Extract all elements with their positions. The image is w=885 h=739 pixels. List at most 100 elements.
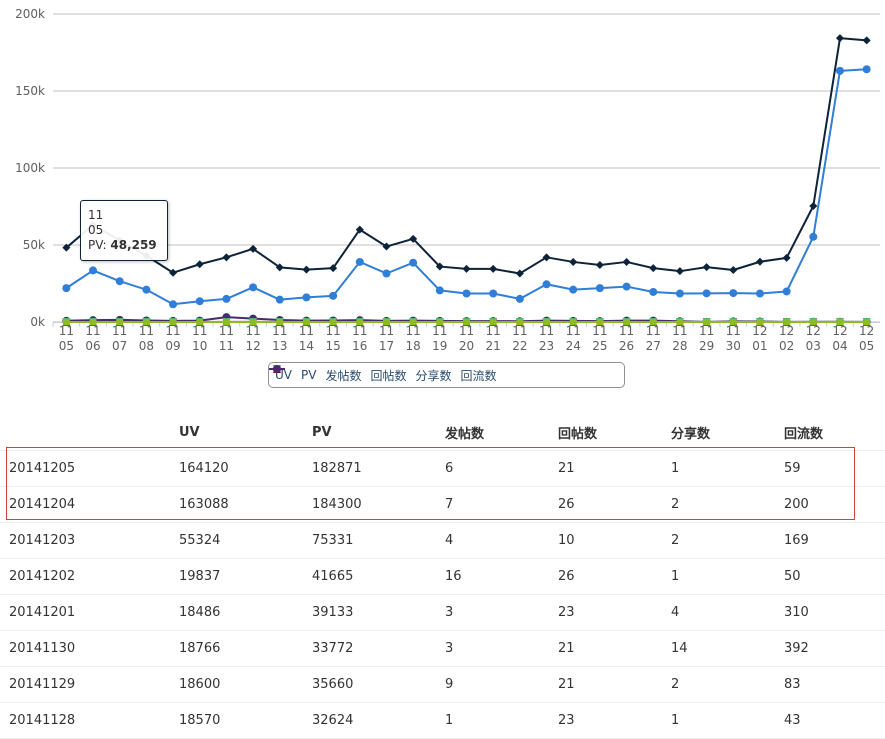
- x-tick-label: 27: [646, 339, 661, 353]
- cell-pv: 182871: [303, 451, 436, 487]
- table-row: 201411281857032624123143: [0, 703, 885, 739]
- x-tick-label: 11: [459, 324, 474, 338]
- cell-date: 20141128: [0, 703, 170, 739]
- y-tick-label: 100k: [15, 161, 45, 175]
- table-row: 2014120355324753314102169: [0, 523, 885, 559]
- column-header-shares: 分享数: [662, 414, 775, 451]
- cell-replies: 23: [549, 595, 662, 631]
- table-row: 20141130187663377232114392: [0, 631, 885, 667]
- cell-uv: 18486: [170, 595, 303, 631]
- series-1-point: [196, 260, 204, 268]
- series-2-point: [783, 318, 790, 325]
- series-0-point: [302, 293, 310, 301]
- series-1-point: [489, 265, 497, 273]
- cell-uv: 18600: [170, 667, 303, 703]
- cell-pv: 39133: [303, 595, 436, 631]
- chart-tooltip: 11 05 PV: 48,259: [80, 200, 168, 261]
- x-tick-label: 29: [699, 339, 714, 353]
- x-tick-label: 12: [245, 339, 260, 353]
- series-0-point: [142, 286, 150, 294]
- x-tick-label: 15: [325, 339, 340, 353]
- x-tick-label: 24: [566, 339, 581, 353]
- x-tick-label: 11: [165, 324, 180, 338]
- tooltip-series: PV:: [88, 238, 107, 252]
- series-2-point: [650, 318, 657, 325]
- cell-replies: 26: [549, 487, 662, 523]
- cell-date: 20141204: [0, 487, 170, 523]
- series-2-point: [730, 318, 737, 325]
- series-0-point: [196, 297, 204, 305]
- cell-returns: 59: [775, 451, 885, 487]
- x-tick-label: 11: [299, 324, 314, 338]
- series-2-point: [756, 318, 763, 325]
- series-0-point: [436, 286, 444, 294]
- cell-shares: 1: [662, 703, 775, 739]
- series-0-point: [222, 295, 230, 303]
- line-chart: 0k50k100k150k200k11051106110711081109111…: [0, 0, 885, 400]
- y-tick-label: 0k: [30, 315, 45, 329]
- x-tick-label: 28: [672, 339, 687, 353]
- tooltip-value-row: PV: 48,259: [88, 238, 167, 253]
- y-tick-label: 150k: [15, 84, 45, 98]
- table-row: 201412041630881843007262200: [0, 487, 885, 523]
- series-0-point: [623, 283, 631, 291]
- cell-replies: 23: [549, 703, 662, 739]
- series-0-point: [836, 67, 844, 75]
- cell-date: 20141129: [0, 667, 170, 703]
- table-row: 201411291860035660921283: [0, 667, 885, 703]
- series-2-point: [596, 318, 603, 325]
- x-tick-label: 11: [112, 324, 127, 338]
- x-tick-label: 11: [726, 324, 741, 338]
- cell-returns: 43: [775, 703, 885, 739]
- x-tick-label: 12: [752, 324, 767, 338]
- series-0-point: [863, 65, 871, 73]
- x-tick-label: 12: [832, 324, 847, 338]
- series-0-point: [62, 284, 70, 292]
- x-tick-label: 11: [512, 324, 527, 338]
- column-header-pv: PV: [303, 414, 436, 451]
- series-0-point: [382, 269, 390, 277]
- cell-shares: 14: [662, 631, 775, 667]
- legend-item-3[interactable]: 回帖数: [370, 367, 406, 384]
- cell-returns: 310: [775, 595, 885, 631]
- stats-table: UV PV 发帖数 回帖数 分享数 回流数 201412051641201828…: [0, 414, 885, 739]
- series-2-point: [170, 318, 177, 325]
- legend-item-2[interactable]: 发帖数: [325, 367, 361, 384]
- cell-posts: 7: [436, 487, 549, 523]
- cell-replies: 10: [549, 523, 662, 559]
- cell-returns: 169: [775, 523, 885, 559]
- series-2-point: [490, 318, 497, 325]
- x-tick-label: 09: [165, 339, 180, 353]
- legend-item-5[interactable]: 回流数: [461, 367, 497, 384]
- x-tick-label: 11: [672, 324, 687, 338]
- x-tick-label: 04: [832, 339, 847, 353]
- x-tick-label: 05: [59, 339, 74, 353]
- series-2-point: [330, 318, 337, 325]
- x-tick-label: 11: [646, 324, 661, 338]
- legend-label: 回帖数: [370, 367, 406, 384]
- cell-uv: 19837: [170, 559, 303, 595]
- cell-uv: 55324: [170, 523, 303, 559]
- series-0-point: [596, 284, 604, 292]
- series-1-point: [222, 253, 230, 261]
- series-1-point: [836, 34, 844, 42]
- series-2-point: [410, 318, 417, 325]
- x-tick-label: 11: [219, 339, 234, 353]
- x-tick-label: 23: [539, 339, 554, 353]
- x-tick-label: 18: [406, 339, 421, 353]
- legend-label: PV: [301, 368, 316, 382]
- series-0-point: [543, 280, 551, 288]
- legend-label: 发帖数: [325, 367, 361, 384]
- x-tick-label: 11: [406, 324, 421, 338]
- cell-date: 20141205: [0, 451, 170, 487]
- x-tick-label: 11: [619, 324, 634, 338]
- legend-item-4[interactable]: 分享数: [415, 367, 451, 384]
- cell-posts: 3: [436, 631, 549, 667]
- cell-date: 20141201: [0, 595, 170, 631]
- legend-item-1[interactable]: PV: [301, 368, 316, 382]
- cell-shares: 2: [662, 487, 775, 523]
- x-tick-label: 11: [352, 324, 367, 338]
- x-tick-label: 11: [432, 324, 447, 338]
- series-0-point: [516, 295, 524, 303]
- cell-returns: 392: [775, 631, 885, 667]
